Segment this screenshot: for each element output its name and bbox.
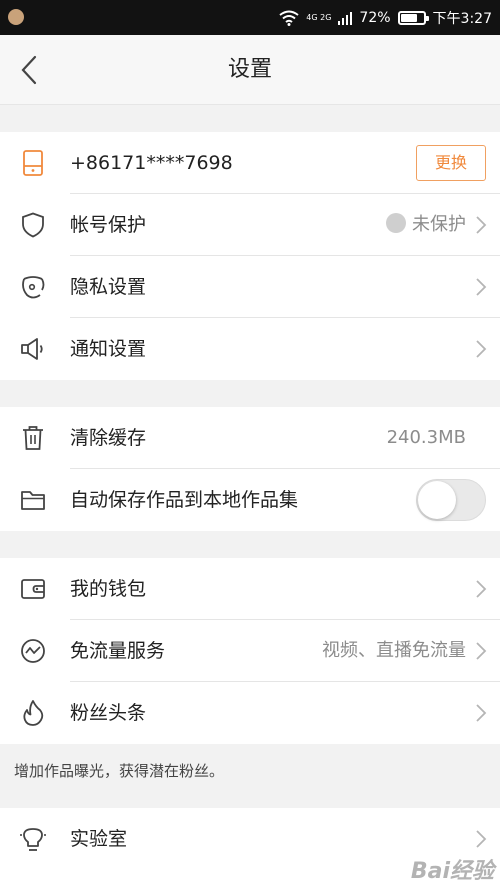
watermark: Bai经验 xyxy=(410,859,494,884)
nav-bar: 设置 xyxy=(0,35,500,105)
account-group: +86171****7698 更换 帐号保护 未保护 隐私设置 通知设置 xyxy=(0,132,500,380)
wallet-icon xyxy=(18,575,48,603)
autosave-toggle[interactable] xyxy=(416,479,486,521)
traffic-chart-icon xyxy=(18,637,48,665)
wifi-icon xyxy=(279,10,299,26)
app-notification-icon xyxy=(8,9,24,25)
page-title: 设置 xyxy=(227,57,272,82)
free-flow-value: 视频、直播免流量 xyxy=(322,640,466,661)
phone-row: +86171****7698 更换 xyxy=(0,132,500,194)
autosave-label: 自动保存作品到本地作品集 xyxy=(70,489,299,511)
change-phone-button[interactable]: 更换 xyxy=(416,145,486,181)
fans-headline-row[interactable]: 粉丝头条 xyxy=(0,682,500,744)
status-bar: 4G 2G 72% 下午3:27 xyxy=(0,0,500,35)
chevron-right-icon xyxy=(476,216,487,234)
privacy-row[interactable]: 隐私设置 xyxy=(0,256,500,318)
free-flow-label: 免流量服务 xyxy=(70,640,166,662)
folder-icon xyxy=(18,486,48,514)
chevron-right-icon xyxy=(476,278,487,296)
phone-number: +86171****7698 xyxy=(70,152,233,174)
clear-cache-row[interactable]: 清除缓存 240.3MB xyxy=(0,407,500,469)
notification-label: 通知设置 xyxy=(70,338,147,360)
account-protect-label: 帐号保护 xyxy=(70,214,147,236)
network-type: 4G 2G xyxy=(306,12,332,22)
battery-fill xyxy=(400,13,417,22)
toggle-knob xyxy=(418,481,456,519)
lightbulb-icon xyxy=(18,825,48,853)
speaker-icon xyxy=(18,335,48,363)
account-protect-status: 未保护 xyxy=(386,194,466,256)
storage-group: 清除缓存 240.3MB 自动保存作品到本地作品集 xyxy=(0,407,500,531)
privacy-label: 隐私设置 xyxy=(70,276,147,298)
cache-size: 240.3MB xyxy=(386,427,466,448)
flame-icon xyxy=(18,699,48,727)
fans-headline-note: 增加作品曝光，获得潜在粉丝。 xyxy=(14,762,225,780)
phone-icon xyxy=(18,149,48,177)
wallet-label: 我的钱包 xyxy=(70,578,147,600)
shield-icon xyxy=(18,211,48,239)
status-bar-right: 4G 2G 72% 下午3:27 xyxy=(279,0,492,35)
chevron-right-icon xyxy=(476,830,487,848)
lab-label: 实验室 xyxy=(70,828,128,850)
battery-percent: 72% xyxy=(359,9,391,26)
wallet-row[interactable]: 我的钱包 xyxy=(0,558,500,620)
clear-cache-label: 清除缓存 xyxy=(70,427,147,449)
signal-icon xyxy=(338,11,353,25)
clock: 下午3:27 xyxy=(432,10,492,27)
trash-icon xyxy=(18,424,48,452)
chevron-right-icon xyxy=(476,340,487,358)
fans-headline-label: 粉丝头条 xyxy=(70,702,147,724)
account-protect-row[interactable]: 帐号保护 未保护 xyxy=(0,194,500,256)
services-group: 我的钱包 免流量服务 视频、直播免流量 粉丝头条 xyxy=(0,558,500,744)
autosave-row: 自动保存作品到本地作品集 xyxy=(0,469,500,531)
battery-icon xyxy=(397,10,429,25)
free-flow-row[interactable]: 免流量服务 视频、直播免流量 xyxy=(0,620,500,682)
privacy-icon xyxy=(18,273,48,301)
account-protect-status-text: 未保护 xyxy=(412,214,466,235)
chevron-right-icon xyxy=(476,580,487,598)
chevron-right-icon xyxy=(476,704,487,722)
chevron-right-icon xyxy=(476,642,487,660)
notification-row[interactable]: 通知设置 xyxy=(0,318,500,380)
check-circle-icon xyxy=(386,213,406,244)
